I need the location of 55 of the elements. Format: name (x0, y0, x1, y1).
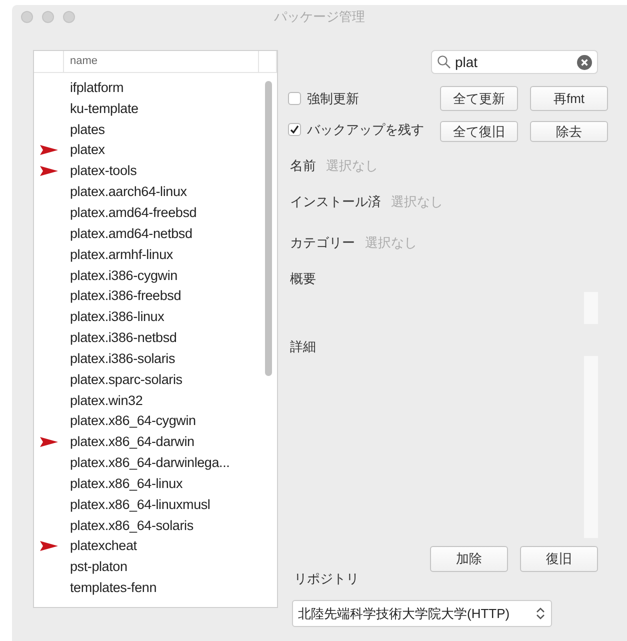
package-name[interactable]: platex.armhf-linux (64, 246, 173, 262)
clear-icon[interactable] (577, 54, 592, 70)
package-name[interactable]: platex.x86_64-solaris (64, 518, 194, 533)
checkbox-option[interactable]: 強制更新 (288, 86, 428, 111)
action-button[interactable]: 加除 (430, 546, 508, 572)
package-name[interactable]: platex.x86_64-linuxmusl (64, 496, 210, 512)
package-name[interactable]: platex.amd64-freebsd (64, 204, 197, 220)
package-name[interactable]: platex-tools (64, 163, 137, 178)
package-name[interactable]: platex.i386-cygwin (64, 268, 178, 283)
detail-label: 詳細 (290, 338, 316, 356)
summary-label: 概要 (290, 270, 316, 288)
search-icon (437, 55, 451, 69)
package-name[interactable]: platex.amd64-netbsd (64, 226, 192, 241)
package-name[interactable]: platex (64, 142, 105, 158)
close-button[interactable] (21, 11, 33, 23)
package-name[interactable]: pst-platon (64, 559, 128, 574)
repository-label: リポジトリ (293, 570, 360, 588)
minimize-button[interactable] (42, 11, 54, 23)
package-name[interactable]: platex.win32 (64, 392, 143, 408)
package-name[interactable]: ifplatform (64, 80, 124, 95)
action-button[interactable]: 全て復旧 (440, 121, 518, 142)
scrollbar-thumb[interactable] (265, 81, 272, 376)
package-name[interactable]: platex.x86_64-linux (64, 476, 183, 491)
repository-dropdown[interactable]: 北陸先端科学技術大学院大学(HTTP) (292, 600, 552, 627)
search-field[interactable]: plat (431, 50, 598, 74)
package-name[interactable]: platexcheat (64, 538, 137, 554)
package-name[interactable]: platex.x86_64-darwin (64, 434, 194, 450)
field-label: 名前 (290, 157, 316, 175)
package-name[interactable]: platex.x86_64-darwinlega... (64, 455, 230, 470)
package-name[interactable]: platex.aarch64-linux (64, 184, 187, 200)
column-header[interactable]: name (64, 51, 259, 72)
package-name[interactable]: templates-fenn (64, 580, 156, 596)
action-button[interactable]: 全て更新 (440, 86, 518, 111)
checkbox[interactable] (288, 92, 301, 105)
window-title: パッケージ管理 (274, 8, 365, 26)
action-button[interactable]: 除去 (530, 121, 608, 142)
field-label: カテゴリー (290, 234, 355, 252)
package-name[interactable]: plates (64, 122, 105, 137)
package-name[interactable]: platex.i386-netbsd (64, 330, 177, 346)
field-value: 選択なし (326, 157, 378, 175)
package-name[interactable]: platex.x86_64-cygwin (64, 413, 196, 428)
zoom-button[interactable] (63, 11, 75, 23)
action-button[interactable]: 再fmt (530, 86, 608, 111)
field-value: 選択なし (365, 234, 417, 252)
action-button[interactable]: 復旧 (520, 546, 598, 572)
checkbox-option[interactable]: バックアップを残す (288, 117, 428, 142)
field-label: インストール済 (290, 193, 381, 211)
package-name[interactable]: platex.i386-freebsd (64, 288, 182, 304)
package-name[interactable]: platex.sparc-solaris (64, 372, 182, 387)
updown-arrows-icon (536, 607, 545, 620)
package-name[interactable]: ku-template (64, 100, 138, 116)
package-name[interactable]: platex.i386-solaris (64, 350, 176, 366)
checkbox[interactable] (288, 123, 301, 136)
field-value: 選択なし (391, 193, 443, 211)
package-name[interactable]: platex.i386-linux (64, 309, 164, 324)
